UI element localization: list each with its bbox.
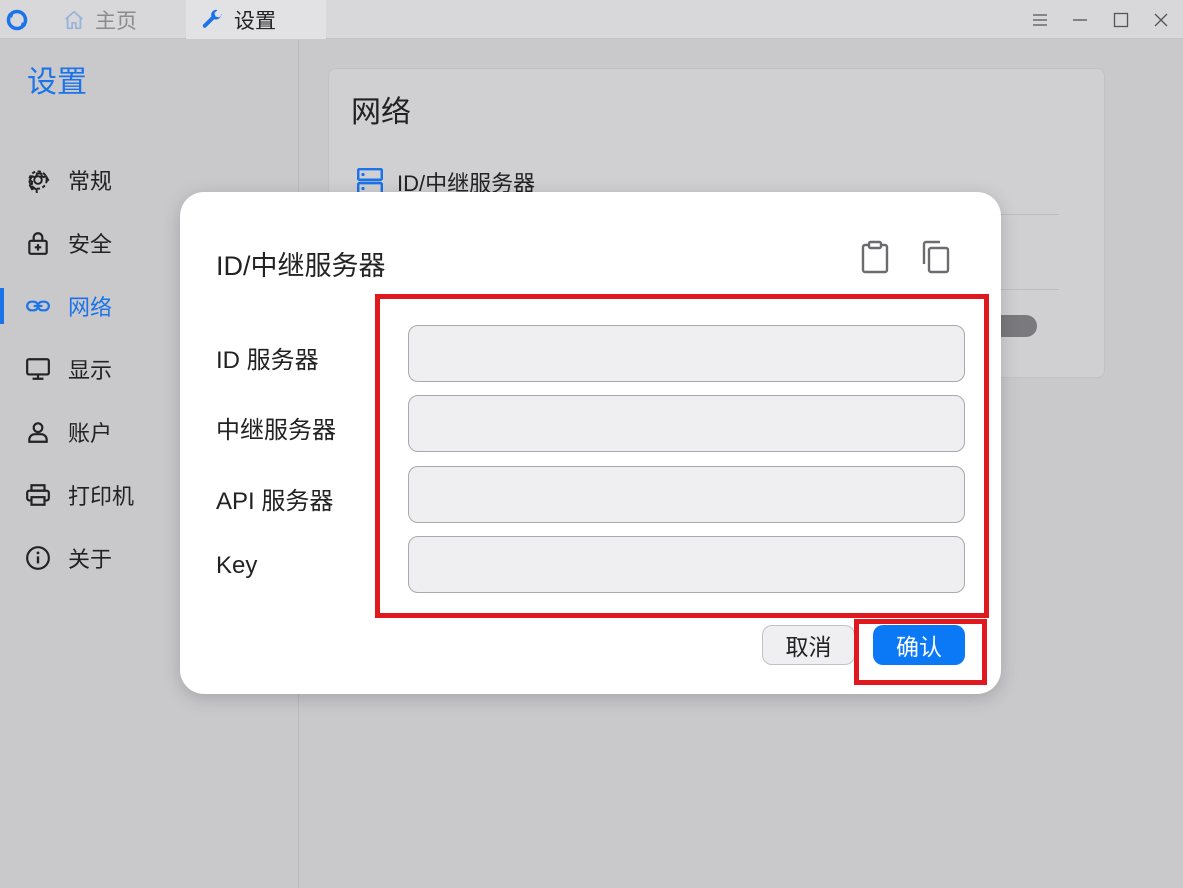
link-icon xyxy=(25,293,51,319)
sidebar-item-label: 常规 xyxy=(68,169,113,194)
highlight-box-fields xyxy=(375,294,989,618)
sidebar-item-label: 关于 xyxy=(68,547,113,572)
copy-icon xyxy=(922,240,950,274)
cancel-button[interactable]: 取消 xyxy=(762,625,855,665)
wrench-icon xyxy=(202,9,222,28)
close-icon xyxy=(1154,13,1168,26)
id-server-label: ID 服务器 xyxy=(216,347,319,374)
sidebar-item-label: 安全 xyxy=(68,232,113,257)
minimize-icon xyxy=(1073,18,1087,21)
relay-server-label: 中继服务器 xyxy=(216,417,336,444)
api-server-label: API 服务器 xyxy=(216,488,334,515)
sidebar-item-label: 显示 xyxy=(68,358,113,383)
key-label: Key xyxy=(216,552,258,579)
home-icon xyxy=(65,10,83,29)
person-icon xyxy=(25,419,51,445)
tab-settings[interactable]: 设置 xyxy=(186,0,326,39)
sidebar-title: 设置 xyxy=(27,66,87,99)
maximize-icon xyxy=(1113,12,1129,27)
sidebar-item-label: 账户 xyxy=(68,421,113,446)
card-title: 网络 xyxy=(351,96,411,129)
monitor-icon xyxy=(25,356,51,382)
sidebar-item-label: 打印机 xyxy=(68,484,135,509)
info-icon xyxy=(25,545,51,571)
highlight-box-confirm xyxy=(854,619,987,685)
app-logo-icon xyxy=(6,9,28,31)
sidebar-item-label: 网络 xyxy=(68,295,113,320)
minimize-button[interactable] xyxy=(1060,0,1100,39)
copy-button[interactable] xyxy=(918,238,952,276)
paste-button[interactable] xyxy=(858,238,892,276)
maximize-button[interactable] xyxy=(1101,0,1141,39)
menu-icon xyxy=(1033,13,1047,26)
printer-icon xyxy=(25,482,51,508)
menu-button[interactable] xyxy=(1020,0,1060,39)
clipboard-icon xyxy=(861,240,889,274)
tab-home-label: 主页 xyxy=(95,9,137,33)
tab-settings-label: 设置 xyxy=(234,9,276,33)
close-button[interactable] xyxy=(1141,0,1181,39)
lock-icon xyxy=(25,230,51,256)
tab-home[interactable]: 主页 xyxy=(55,0,185,39)
title-bar: 主页 设置 xyxy=(0,0,1183,39)
dialog-title: ID/中继服务器 xyxy=(216,251,386,281)
gear-icon xyxy=(25,167,51,193)
